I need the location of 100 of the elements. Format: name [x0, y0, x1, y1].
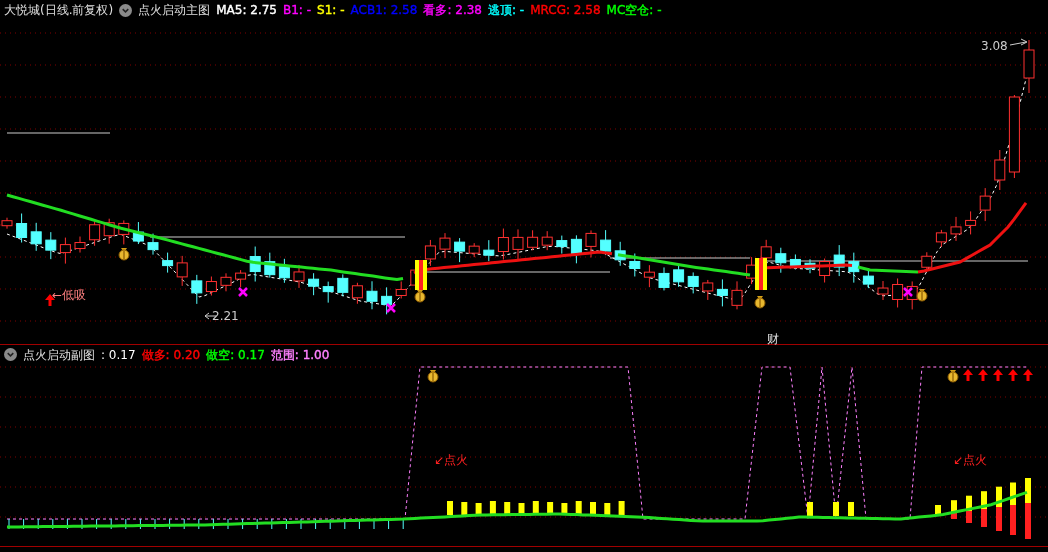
candlestick [892, 278, 904, 308]
tick-mark [256, 518, 258, 530]
bull-bar [981, 491, 987, 511]
candlestick [804, 258, 816, 274]
bear-bar [1010, 505, 1016, 535]
tick-mark [285, 518, 287, 530]
candlestick [687, 271, 699, 294]
candlestick [614, 241, 626, 267]
candlestick [833, 244, 845, 277]
tick-mark [52, 518, 54, 530]
candlestick [585, 229, 597, 258]
candlestick [570, 234, 582, 264]
bull-bar [848, 502, 854, 516]
legend-item: 看多: 2.38 [423, 2, 482, 19]
legend-item: S1: - [317, 2, 345, 19]
candlestick [351, 282, 363, 305]
candlestick [176, 255, 188, 287]
candlestick [162, 252, 174, 274]
bull-bar [547, 502, 554, 515]
up-arrow-icon [1008, 369, 1018, 381]
candlestick [322, 281, 334, 304]
money-bag-icon [754, 296, 766, 309]
candlestick [483, 239, 495, 262]
buy-hint-label: ←低吸 [52, 287, 87, 304]
candlestick [468, 242, 480, 258]
candlestick [308, 272, 320, 296]
bull-bar [807, 502, 813, 516]
candlestick [264, 252, 276, 279]
candlestick [220, 272, 232, 292]
bull-bar [504, 502, 511, 515]
tick-mark [212, 518, 214, 530]
tick-mark [81, 518, 83, 530]
candlestick [45, 231, 57, 260]
candlestick [103, 218, 115, 245]
tick-mark [8, 518, 10, 530]
bull-bar [518, 503, 525, 515]
cross-icon [237, 286, 249, 298]
bull-bar [951, 500, 957, 514]
tick-mark [125, 518, 127, 530]
tick-mark [329, 518, 331, 530]
low-price-label: 2.21 [212, 308, 239, 325]
candlestick [965, 210, 977, 235]
money-bag-icon [118, 248, 130, 261]
legend-item: MA5: 2.75 [216, 2, 277, 19]
bull-bar [489, 501, 496, 515]
tick-mark [198, 518, 200, 530]
bear-bar [996, 507, 1002, 531]
legend-item: ACB1: 2.58 [350, 2, 418, 19]
tick-mark [154, 518, 156, 530]
tick-mark [300, 518, 302, 530]
bull-bar [1010, 482, 1016, 508]
tick-mark [139, 518, 141, 530]
bull-bar [604, 503, 611, 515]
legend-item: MRCG: 2.58 [530, 2, 601, 19]
candlestick [147, 233, 159, 256]
candlestick [205, 276, 217, 297]
candlestick [191, 274, 203, 305]
tick-mark [271, 518, 273, 530]
candlestick [278, 258, 290, 284]
candlestick [819, 258, 831, 283]
legend-item: 范围: 1.00 [270, 346, 330, 364]
tick-mark [242, 518, 244, 530]
legend-item: 做多: 0.20 [141, 346, 201, 364]
bull-bar [532, 501, 539, 515]
candlestick [454, 237, 466, 263]
candlestick [1023, 39, 1035, 94]
candlestick [59, 237, 71, 265]
tick-mark [373, 518, 375, 530]
tick-mark [169, 518, 171, 530]
tick-mark [315, 518, 317, 530]
candlestick [716, 278, 728, 307]
candlestick [935, 229, 947, 248]
bull-bar [935, 505, 941, 515]
bull-bar [996, 486, 1002, 509]
mark-label: 财 [767, 331, 779, 348]
chevron-circle-icon[interactable] [119, 3, 133, 17]
candlestick [424, 239, 436, 267]
candlestick [16, 213, 28, 243]
arrow-icon [1009, 38, 1028, 46]
tick-mark [183, 518, 185, 530]
candlestick [527, 229, 539, 251]
money-bag-icon [916, 289, 928, 302]
bull-bar [561, 503, 568, 515]
candlestick [381, 286, 393, 315]
candlestick [439, 232, 451, 259]
stock-title: 大悦城(日线.前复权) [4, 2, 114, 19]
legend-item: 逃顶: - [488, 2, 525, 19]
chevron-circle-icon[interactable] [4, 348, 17, 361]
signal-label: ↙点火 [953, 452, 988, 469]
bull-bar [833, 502, 839, 516]
candlestick [643, 264, 655, 288]
candlestick [877, 280, 889, 301]
candlestick [673, 264, 685, 288]
tick-mark [227, 518, 229, 530]
tick-mark [402, 518, 404, 530]
indicator-name: 点火启动副图 [23, 346, 95, 364]
candlestick [541, 230, 553, 251]
legend-item: B1: - [283, 2, 312, 19]
candlestick [600, 229, 612, 256]
up-arrow-icon [978, 369, 988, 381]
